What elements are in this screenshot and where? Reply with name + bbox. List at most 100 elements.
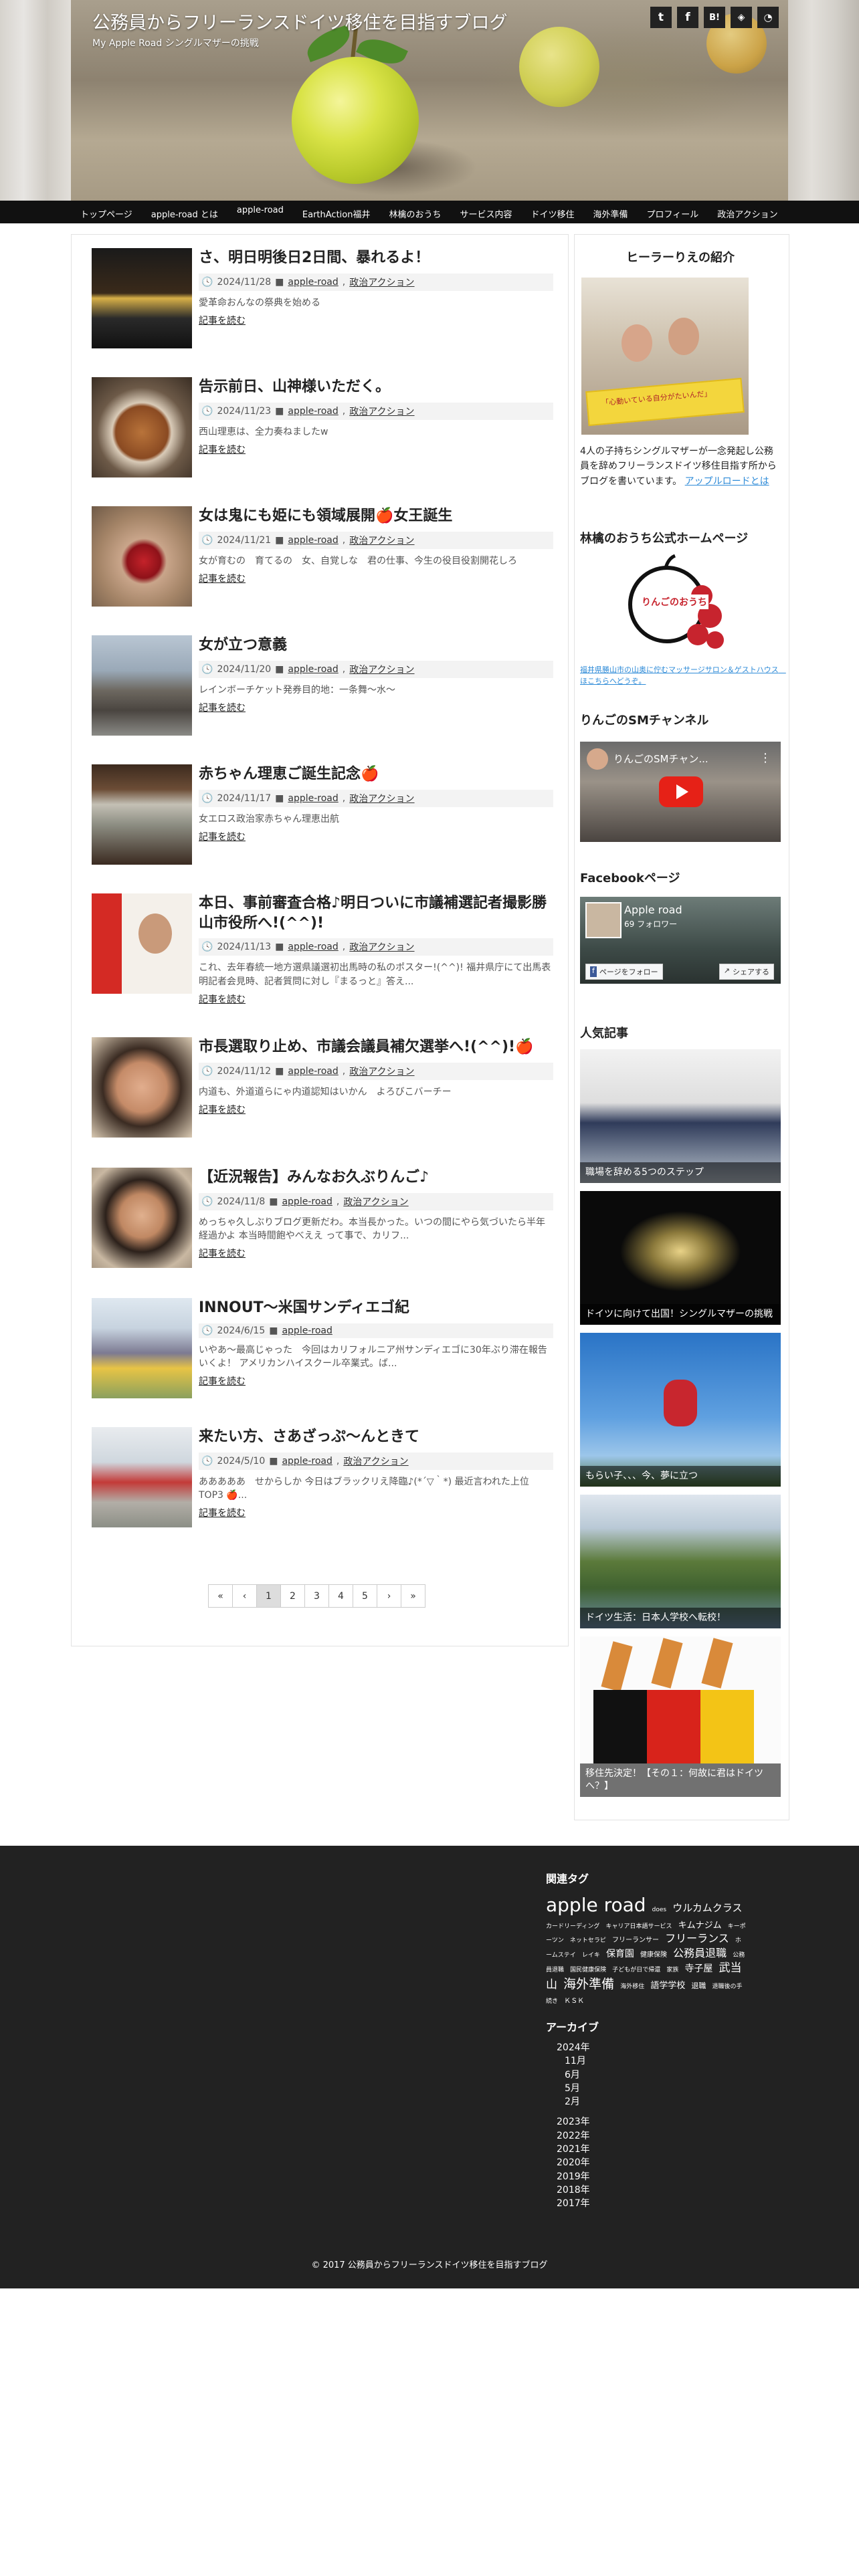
- post-thumbnail[interactable]: [92, 764, 192, 865]
- nav-item-politics[interactable]: 政治アクション: [708, 201, 787, 223]
- play-icon[interactable]: [659, 776, 703, 807]
- popular-post-title[interactable]: もらい子、、、今、夢に立つ: [580, 1466, 781, 1487]
- post-title[interactable]: 市長選取り止め、市議会議員補欠選挙へ!(^^)!🍎: [199, 1037, 553, 1057]
- tag-link[interactable]: 海外移住: [620, 1983, 644, 1990]
- post-thumbnail[interactable]: [92, 1298, 192, 1398]
- tag-link[interactable]: キムナジム: [678, 1921, 722, 1931]
- rss-icon[interactable]: ◔: [757, 7, 779, 28]
- more-options-icon[interactable]: ⋮: [759, 751, 771, 765]
- page-last[interactable]: »: [401, 1584, 425, 1608]
- post-category[interactable]: 政治アクション: [343, 1455, 408, 1468]
- nav-item-ringo-house[interactable]: 林檎のおうち: [379, 201, 450, 223]
- archive-month[interactable]: 5月: [557, 2082, 747, 2095]
- archive-month[interactable]: 11月: [557, 2054, 747, 2068]
- read-more-link[interactable]: 記事を読む: [199, 994, 246, 1005]
- post-thumbnail[interactable]: [92, 506, 192, 607]
- popular-post[interactable]: ドイツに向けて出国！シングルマザーの挑戦: [580, 1191, 781, 1325]
- tag-link[interactable]: カードリーディング: [546, 1923, 599, 1930]
- tag-link[interactable]: 語学学校: [650, 1981, 685, 1991]
- archive-month[interactable]: 2月: [557, 2095, 747, 2109]
- archive-year[interactable]: 2017年: [557, 2197, 747, 2210]
- tag-link[interactable]: ＫＳＫ: [564, 1998, 584, 2005]
- site-title[interactable]: 公務員からフリーランスドイツ移住を目指すブログ: [92, 8, 507, 34]
- post-category[interactable]: apple-road: [288, 664, 338, 675]
- read-more-link[interactable]: 記事を読む: [199, 574, 246, 584]
- post-thumbnail[interactable]: [92, 1037, 192, 1138]
- page-number[interactable]: 2: [280, 1584, 305, 1608]
- post-category[interactable]: apple-road: [288, 535, 338, 546]
- homepage-link[interactable]: 福井県勝山市の山奥に佇むマッサージサロン＆ゲストハウス ほこちらへどうぞ。: [580, 665, 786, 687]
- read-more-link[interactable]: 記事を読む: [199, 703, 246, 714]
- tag-link[interactable]: 国民健康保険: [570, 1967, 606, 1973]
- post-title[interactable]: 女は鬼にも姫にも領域展開🍎女王誕生: [199, 506, 553, 526]
- page-next[interactable]: ›: [377, 1584, 401, 1608]
- archive-year[interactable]: 2023年: [557, 2115, 747, 2129]
- archive-year[interactable]: 2024年: [557, 2041, 747, 2054]
- post-thumbnail[interactable]: [92, 1168, 192, 1268]
- post-category[interactable]: 政治アクション: [349, 663, 414, 676]
- post-thumbnail[interactable]: [92, 893, 192, 994]
- post-thumbnail[interactable]: [92, 377, 192, 477]
- nav-item-top[interactable]: トップページ: [71, 201, 142, 223]
- post-category[interactable]: apple-road: [288, 406, 338, 417]
- popular-post-title[interactable]: 移住先決定！【その１：何故に君はドイツへ？】: [580, 1763, 781, 1797]
- ringo-house-logo[interactable]: りんごのおうち: [580, 554, 781, 665]
- tag-link[interactable]: 子どもが日で帰還: [612, 1967, 660, 1973]
- facebook-icon[interactable]: f: [677, 7, 698, 28]
- post-category[interactable]: apple-road: [288, 942, 338, 952]
- feedly-icon[interactable]: ◈: [731, 7, 752, 28]
- twitter-icon[interactable]: t: [650, 7, 672, 28]
- nav-item-profile[interactable]: プロフィール: [638, 201, 708, 223]
- nav-item-germany[interactable]: ドイツ移住: [522, 201, 584, 223]
- read-more-link[interactable]: 記事を読む: [199, 445, 246, 455]
- archive-month[interactable]: 6月: [557, 2068, 747, 2082]
- post-category[interactable]: apple-road: [288, 1066, 338, 1077]
- post-thumbnail[interactable]: [92, 248, 192, 348]
- archive-year[interactable]: 2019年: [557, 2170, 747, 2183]
- page-prev[interactable]: ‹: [232, 1584, 257, 1608]
- read-more-link[interactable]: 記事を読む: [199, 1249, 246, 1259]
- post-thumbnail[interactable]: [92, 635, 192, 736]
- post-category[interactable]: apple-road: [282, 1325, 332, 1336]
- post-category[interactable]: apple-road: [288, 277, 338, 288]
- profile-photo[interactable]: 「心動いている自分がたいんだ」: [581, 278, 749, 435]
- post-category[interactable]: 政治アクション: [349, 1065, 414, 1078]
- post-category[interactable]: 政治アクション: [349, 940, 414, 954]
- page-first[interactable]: «: [208, 1584, 233, 1608]
- tag-link[interactable]: ネットセラピ: [570, 1937, 606, 1944]
- tag-link[interactable]: レイキ: [582, 1952, 600, 1959]
- tag-link[interactable]: ウルカムクラス: [672, 1902, 742, 1914]
- facebook-embed[interactable]: Apple road 69 フォロワー f ページをフォロー ↗ シェアする: [580, 897, 781, 984]
- read-more-link[interactable]: 記事を読む: [199, 1105, 246, 1115]
- post-category[interactable]: 政治アクション: [349, 792, 414, 805]
- post-title[interactable]: さ、明日明後日2日間、暴れるよ！: [199, 248, 553, 268]
- tag-link[interactable]: フリーランサー: [612, 1937, 659, 1944]
- tag-link[interactable]: 公務員退職: [673, 1947, 727, 1959]
- nav-item-earthaction[interactable]: EarthAction福井: [293, 201, 380, 223]
- archive-year[interactable]: 2020年: [557, 2156, 747, 2169]
- nav-item-services[interactable]: サービス内容: [451, 201, 522, 223]
- profile-link[interactable]: アップルロードとは: [685, 476, 769, 487]
- tag-link[interactable]: 海外準備: [563, 1977, 614, 1992]
- popular-post-title[interactable]: 職場を辞める5つのステップ: [580, 1162, 781, 1183]
- archive-year[interactable]: 2022年: [557, 2129, 747, 2143]
- post-category[interactable]: 政治アクション: [349, 276, 414, 289]
- post-title[interactable]: 告示前日、山神様いただく。: [199, 377, 553, 397]
- tag-link[interactable]: does: [652, 1907, 666, 1913]
- read-more-link[interactable]: 記事を読む: [199, 316, 246, 326]
- post-category[interactable]: apple-road: [282, 1196, 332, 1207]
- popular-post[interactable]: 移住先決定！【その１：何故に君はドイツへ？】: [580, 1636, 781, 1797]
- post-category[interactable]: 政治アクション: [343, 1195, 408, 1208]
- archive-year[interactable]: 2021年: [557, 2143, 747, 2156]
- popular-post[interactable]: ドイツ生活：日本人学校へ転校！: [580, 1495, 781, 1628]
- post-title[interactable]: 女が立つ意義: [199, 635, 553, 655]
- tag-link[interactable]: apple road: [546, 1894, 646, 1916]
- page-number[interactable]: 4: [328, 1584, 353, 1608]
- read-more-link[interactable]: 記事を読む: [199, 1508, 246, 1519]
- youtube-embed[interactable]: りんごのSMチャン... ⋮: [580, 742, 781, 842]
- page-number[interactable]: 5: [353, 1584, 377, 1608]
- fb-page-name[interactable]: Apple road: [624, 903, 682, 916]
- popular-post[interactable]: もらい子、、、今、夢に立つ: [580, 1333, 781, 1487]
- popular-post-title[interactable]: ドイツに向けて出国！シングルマザーの挑戦: [580, 1304, 781, 1325]
- post-title[interactable]: 【近況報告】みんなお久ぶりんご♪: [199, 1168, 553, 1188]
